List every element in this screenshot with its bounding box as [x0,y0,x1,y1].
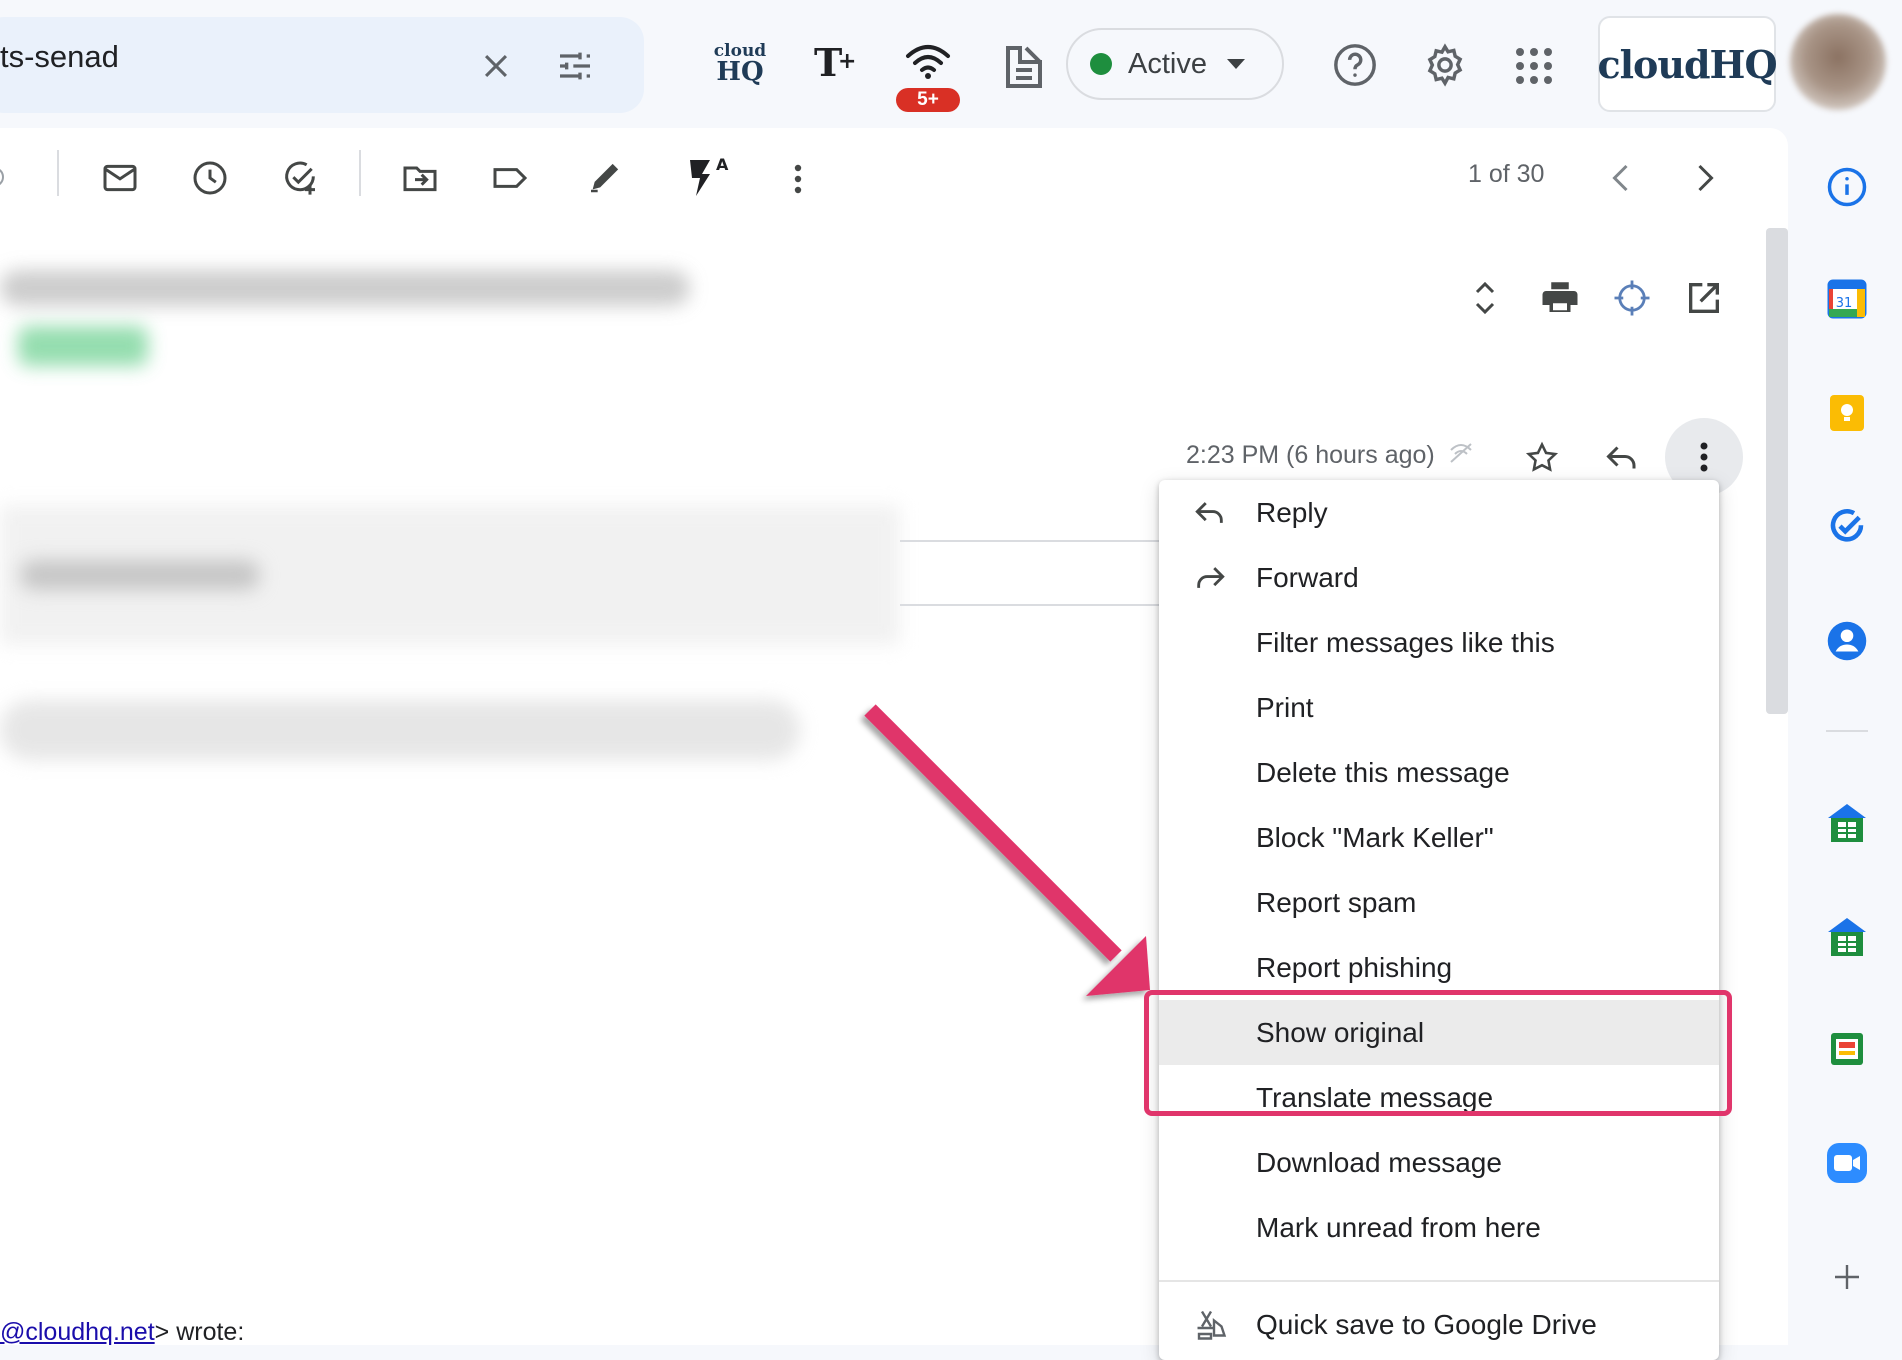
print-icon[interactable] [1536,274,1584,322]
drive-save-icon [1193,1307,1229,1343]
side-panel-divider [1826,730,1868,732]
scrollbar-thumb[interactable] [1766,228,1788,714]
tracking-icon [1447,440,1475,466]
menu-item-label: Print [1256,691,1314,723]
toolbar-divider [57,150,59,196]
menu-item-label: Filter messages like this [1256,626,1555,658]
svg-text:A: A [716,155,729,174]
quote-attribution: @cloudhq.net> wrote: [0,1318,244,1347]
status-label: Active [1128,47,1207,80]
document-icon[interactable] [1002,42,1046,92]
move-to-icon[interactable] [398,156,442,200]
add-addon-icon[interactable] [1826,1256,1868,1298]
cloudhq-badge-bottom: HQ [716,57,764,87]
back-icon[interactable] [0,160,10,194]
help-icon[interactable] [1330,40,1380,90]
chevron-left-icon[interactable] [1602,158,1642,198]
cloudhq-logo[interactable]: cloudHQ [1597,16,1778,112]
gear-icon[interactable] [1420,40,1470,90]
sheets-addon-icon-2[interactable] [1826,916,1868,958]
menu-item-mark-unread[interactable]: Mark unread from here [1159,1195,1719,1260]
toolbar-divider [359,150,361,196]
reply-icon [1193,496,1227,530]
subject-blurred [0,270,690,306]
forward-icon [1193,561,1227,595]
flash-format-icon[interactable]: A [684,152,736,200]
menu-divider [1159,1280,1719,1282]
quote-email-link[interactable]: @cloudhq.net [0,1318,155,1346]
status-dot [1090,53,1112,75]
quote-suffix: > wrote: [154,1318,245,1346]
menu-item-label: Delete this message [1256,756,1510,788]
menu-item-label: Download message [1256,1146,1502,1178]
menu-item-label: Reply [1256,496,1328,528]
menu-item-label: Block "Mark Keller" [1256,821,1494,853]
message-time: 2:23 PM (6 hours ago) [1186,441,1435,469]
avatar[interactable] [1790,14,1886,110]
menu-item-label: Report spam [1256,886,1417,918]
info-icon[interactable] [1826,166,1868,208]
menu-item-label: Mark unread from here [1256,1211,1541,1243]
notification-badge: 5+ [896,88,960,112]
body-blurred-line [20,560,260,590]
menu-item-label: Forward [1256,561,1359,593]
apps-grid-icon[interactable] [1514,46,1554,86]
calendar-icon[interactable]: 31 [1826,278,1868,320]
menu-item-block-sender[interactable]: Block "Mark Keller" [1159,805,1719,870]
star-icon[interactable] [1522,438,1562,478]
label-icon[interactable] [488,156,532,200]
calendar-day: 31 [1836,296,1853,311]
status-selector[interactable]: Active [1066,28,1284,100]
pencil-icon[interactable] [584,154,628,198]
template-addon-icon[interactable] [1826,1028,1868,1070]
signal-extension-icon[interactable]: 5+ [896,40,960,114]
annotation-arrow [864,704,1150,996]
crosshair-icon[interactable] [1608,274,1656,322]
reply-icon[interactable] [1602,438,1642,478]
body-blurred-line-2 [0,700,800,760]
menu-item-download[interactable]: Download message [1159,1130,1719,1195]
menu-item-filter[interactable]: Filter messages like this [1159,610,1719,675]
contacts-icon[interactable] [1826,620,1868,662]
add-task-icon[interactable] [278,156,322,200]
expand-all-icon[interactable] [1466,274,1504,322]
search-options-icon[interactable] [552,43,598,89]
message-context-menu: Reply Forward Filter messages like this … [1159,480,1719,1360]
text-plus-icon[interactable]: T + [808,36,860,88]
svg-text:+: + [838,49,856,74]
menu-item-reply[interactable]: Reply [1159,480,1719,545]
sheets-addon-icon[interactable] [1826,802,1868,844]
tasks-icon[interactable] [1826,506,1868,548]
search-input[interactable]: ts-senad [0,39,119,75]
menu-item-label: Report phishing [1256,951,1453,983]
zoom-icon[interactable] [1826,1142,1868,1184]
clear-search-icon[interactable] [475,45,517,87]
label-chip-blurred [18,326,148,366]
cloudhq-extension-icon[interactable]: cloud HQ [712,42,768,88]
menu-item-delete[interactable]: Delete this message [1159,740,1719,805]
menu-item-forward[interactable]: Forward [1159,545,1719,610]
open-new-window-icon[interactable] [1680,274,1728,322]
chevron-down-icon [1226,59,1245,69]
quoted-divider [900,540,1160,606]
menu-item-quick-save-drive[interactable]: Quick save to Google Drive [1159,1292,1719,1357]
more-options-icon[interactable] [792,162,804,196]
menu-item-print[interactable]: Print [1159,675,1719,740]
search-bar[interactable]: ts-senad [0,17,644,113]
menu-item-report-spam[interactable]: Report spam [1159,870,1719,935]
annotation-highlight-box [1144,990,1732,1116]
message-counter: 1 of 30 [1468,160,1545,188]
keep-icon[interactable] [1826,392,1868,434]
mark-unread-icon[interactable] [98,156,142,200]
menu-item-label: Quick save to Google Drive [1256,1308,1597,1340]
snooze-icon[interactable] [188,156,232,200]
chevron-right-icon[interactable] [1684,158,1724,198]
